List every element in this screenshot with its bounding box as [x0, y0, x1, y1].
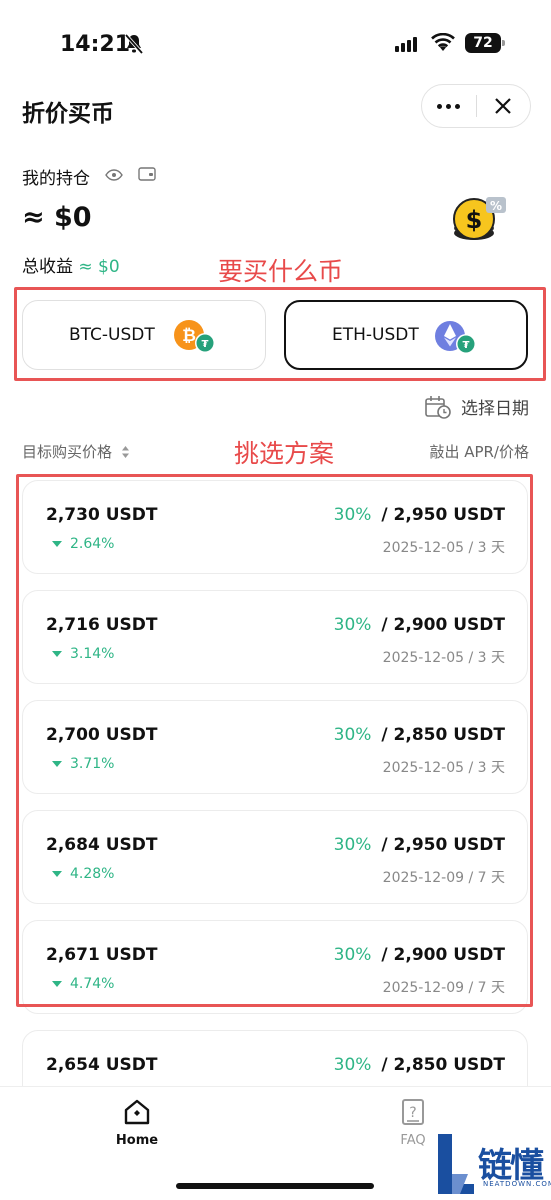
pair-label: BTC-USDT	[69, 325, 155, 345]
header-capsule	[421, 84, 531, 128]
cellular-signal-icon	[395, 36, 417, 52]
close-icon	[495, 98, 512, 114]
total-pnl-value: ≈ $0	[78, 257, 120, 277]
total-pnl-label: 总收益	[22, 257, 73, 277]
pair-btc-usdt[interactable]: BTC-USDT ₿ ₮	[22, 300, 266, 370]
tab-faq-label: FAQ	[400, 1133, 426, 1148]
plan-knockout-price: / 2,850 USDT	[381, 1055, 505, 1075]
pair-eth-usdt[interactable]: ETH-USDT ₮	[284, 300, 528, 370]
eye-icon[interactable]	[105, 168, 123, 182]
holdings-amount: ≈ $0	[22, 202, 92, 233]
plan-apr: 30%	[333, 1055, 372, 1075]
more-button[interactable]	[422, 84, 476, 128]
close-button[interactable]	[476, 84, 530, 128]
annotation-pick-coin: 要买什么币	[218, 257, 344, 286]
home-icon	[124, 1099, 150, 1125]
status-time: 14:21	[60, 32, 131, 57]
plan-target-price: 2,654 USDT	[46, 1055, 158, 1075]
tab-home-label: Home	[115, 1133, 159, 1148]
status-bar: 14:21 72	[0, 0, 551, 90]
eth-usdt-icon: ₮	[435, 321, 476, 354]
sort-target-price[interactable]: 目标购买价格	[22, 441, 130, 462]
wallet-icon[interactable]	[138, 166, 156, 182]
holdings-label: 我的持仓	[22, 169, 90, 189]
svg-text:₮: ₮	[202, 339, 209, 350]
wifi-icon	[431, 33, 455, 51]
bell-off-icon	[124, 33, 144, 55]
highlight-box-plans	[16, 474, 533, 1007]
annotation-pick-plan: 挑选方案	[234, 439, 335, 468]
watermark-subtitle: NEATDOWN.COM	[483, 1180, 551, 1188]
home-indicator	[176, 1183, 374, 1189]
svg-text:?: ?	[409, 1105, 416, 1121]
btc-usdt-icon: ₿ ₮	[174, 320, 215, 353]
battery-indicator: 72	[465, 33, 505, 53]
calendar-clock-icon	[425, 395, 451, 419]
knockout-apr-header: 敲出 APR/价格	[429, 443, 529, 461]
discount-coin-icon: $ %	[453, 197, 506, 240]
total-pnl: 总收益 ≈ $0	[22, 252, 120, 277]
tab-home[interactable]: Home	[102, 1097, 172, 1148]
svg-text:$: $	[466, 206, 483, 234]
pair-label: ETH-USDT	[332, 325, 419, 345]
svg-text:₮: ₮	[463, 340, 470, 351]
select-date-button[interactable]: 选择日期	[425, 394, 529, 419]
more-icon	[437, 103, 461, 109]
target-price-header: 目标购买价格	[22, 443, 113, 461]
svg-text:%: %	[490, 199, 502, 213]
sort-icon	[121, 446, 129, 458]
svg-text:₿: ₿	[182, 326, 196, 346]
faq-icon: ?	[402, 1099, 424, 1125]
select-date-label: 选择日期	[461, 399, 529, 419]
page-title: 折价买币	[22, 101, 114, 127]
plan-knockout: 30% / 2,850 USDT	[334, 1055, 505, 1075]
